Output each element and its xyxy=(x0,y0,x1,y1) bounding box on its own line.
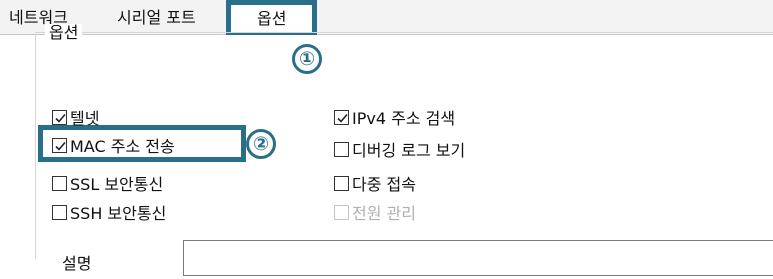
check-icon xyxy=(55,113,66,123)
checkbox-ipv4-search[interactable]: IPv4 주소 검색 xyxy=(334,106,455,128)
check-icon xyxy=(337,113,348,123)
checkbox-ipv4-search-label: IPv4 주소 검색 xyxy=(352,109,456,128)
options-group-title: 옵션 xyxy=(45,24,83,42)
checkbox-ssh-label: SSH 보안통신 xyxy=(70,204,167,223)
checkbox-ssl-box[interactable] xyxy=(52,175,67,191)
checkbox-multi-connect-label: 다중 접속 xyxy=(352,175,416,194)
checkbox-ssh-box[interactable] xyxy=(52,204,67,220)
checkbox-power-management: 전원 관리 xyxy=(334,201,416,223)
checkbox-power-management-box xyxy=(334,204,349,220)
checkbox-debug-log-box[interactable] xyxy=(334,141,349,157)
checkbox-multi-connect-box[interactable] xyxy=(334,175,349,191)
checkbox-ssh[interactable]: SSH 보안통신 xyxy=(52,201,166,223)
checkbox-telnet-label: 텔넷 xyxy=(70,109,100,128)
callout-number-1: ① xyxy=(292,44,322,74)
check-icon xyxy=(55,141,66,151)
checkbox-mac-send[interactable]: MAC 주소 전송 xyxy=(52,134,175,156)
tab-bar: 네트워크 시리얼 포트 옵션 xyxy=(0,0,773,37)
tab-serial-port[interactable]: 시리얼 포트 xyxy=(117,3,235,33)
description-input[interactable] xyxy=(183,240,773,276)
checkbox-power-management-label: 전원 관리 xyxy=(352,204,416,223)
checkbox-telnet-box[interactable] xyxy=(52,109,67,125)
checkbox-telnet[interactable]: 텔넷 xyxy=(52,106,99,128)
checkbox-mac-send-box[interactable] xyxy=(52,137,67,153)
description-label: 설명 xyxy=(62,254,92,273)
checkbox-debug-log-label: 디버깅 로그 보기 xyxy=(352,141,466,160)
checkbox-ssl[interactable]: SSL 보안통신 xyxy=(52,172,163,194)
checkbox-ipv4-search-box[interactable] xyxy=(334,109,349,125)
callout-number-2: ② xyxy=(246,129,276,159)
checkbox-ssl-label: SSL 보안통신 xyxy=(70,175,164,194)
checkbox-mac-send-label: MAC 주소 전송 xyxy=(70,137,175,156)
checkbox-multi-connect[interactable]: 다중 접속 xyxy=(334,172,416,194)
checkbox-debug-log[interactable]: 디버깅 로그 보기 xyxy=(334,138,465,160)
